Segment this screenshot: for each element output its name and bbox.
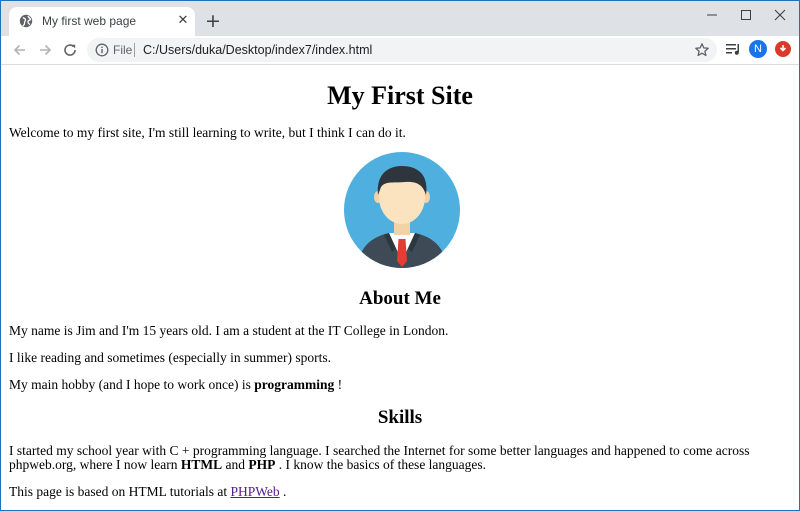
profile-avatar[interactable]: N [749, 40, 767, 58]
phpweb-link[interactable]: PHPWeb [230, 484, 279, 499]
footer-text: This page is based on HTML tutorials at [9, 484, 231, 499]
extension-glyph-icon [779, 45, 787, 52]
hobby-emphasis: programming [254, 377, 335, 392]
skills-php: PHP [248, 457, 276, 472]
page-content: My First Site Welcome to my first site, … [1, 65, 799, 510]
reload-icon[interactable] [60, 40, 80, 60]
omnibox-divider [134, 43, 135, 57]
about-paragraph-1: My name is Jim and I'm 15 years old. I a… [9, 323, 449, 338]
minimize-icon [707, 14, 717, 16]
hobby-suffix: ! [334, 377, 343, 392]
url-text[interactable]: C:/Users/duka/Desktop/index7/index.html [143, 43, 372, 57]
skills-and: and [222, 457, 249, 472]
about-paragraph-3: My main hobby (and I hope to work once) … [9, 378, 789, 392]
forward-arrow-icon[interactable] [35, 40, 55, 60]
about-paragraph-2: I like reading and sometimes (especially… [9, 350, 332, 365]
tab-my-first-web-page[interactable]: My first web page ✕ [9, 7, 195, 36]
window-close-icon [774, 9, 786, 21]
tab-strip: My first web page ✕ + [1, 1, 799, 36]
page-title: My First Site [327, 81, 473, 110]
skills-suffix: . I know the basics of these languages. [275, 457, 487, 472]
info-icon[interactable] [95, 43, 109, 57]
media-queue-icon[interactable] [724, 40, 742, 58]
close-icon[interactable]: ✕ [175, 13, 191, 29]
window-close-button[interactable] [763, 3, 797, 27]
minimize-button[interactable] [695, 3, 729, 27]
skills-paragraph: I started my school year with C + progra… [9, 444, 789, 472]
skills-heading: Skills [377, 407, 423, 428]
extension-icon[interactable] [775, 41, 791, 57]
site-info-label: File [113, 43, 133, 57]
tab-title: My first web page [42, 14, 137, 28]
hobby-text: My main hobby (and I hope to work once) … [9, 377, 255, 392]
intro-paragraph: Welcome to my first site, I'm still lear… [9, 125, 406, 140]
plus-icon[interactable]: + [203, 11, 223, 31]
globe-icon [19, 14, 33, 28]
star-icon[interactable] [694, 42, 710, 58]
about-heading: About Me [359, 288, 441, 309]
browser-window: My first web page ✕ + File C:/Users/duka… [0, 0, 800, 511]
footer-paragraph: This page is based on HTML tutorials at … [9, 485, 789, 499]
back-arrow-icon[interactable] [10, 40, 30, 60]
footer-suffix: . [279, 484, 287, 499]
address-bar[interactable]: File C:/Users/duka/Desktop/index7/index.… [87, 38, 717, 62]
maximize-icon [741, 10, 751, 20]
person-avatar-image [344, 152, 460, 268]
browser-toolbar: File C:/Users/duka/Desktop/index7/index.… [1, 36, 799, 65]
skills-html: HTML [180, 457, 223, 472]
maximize-button[interactable] [729, 3, 763, 27]
